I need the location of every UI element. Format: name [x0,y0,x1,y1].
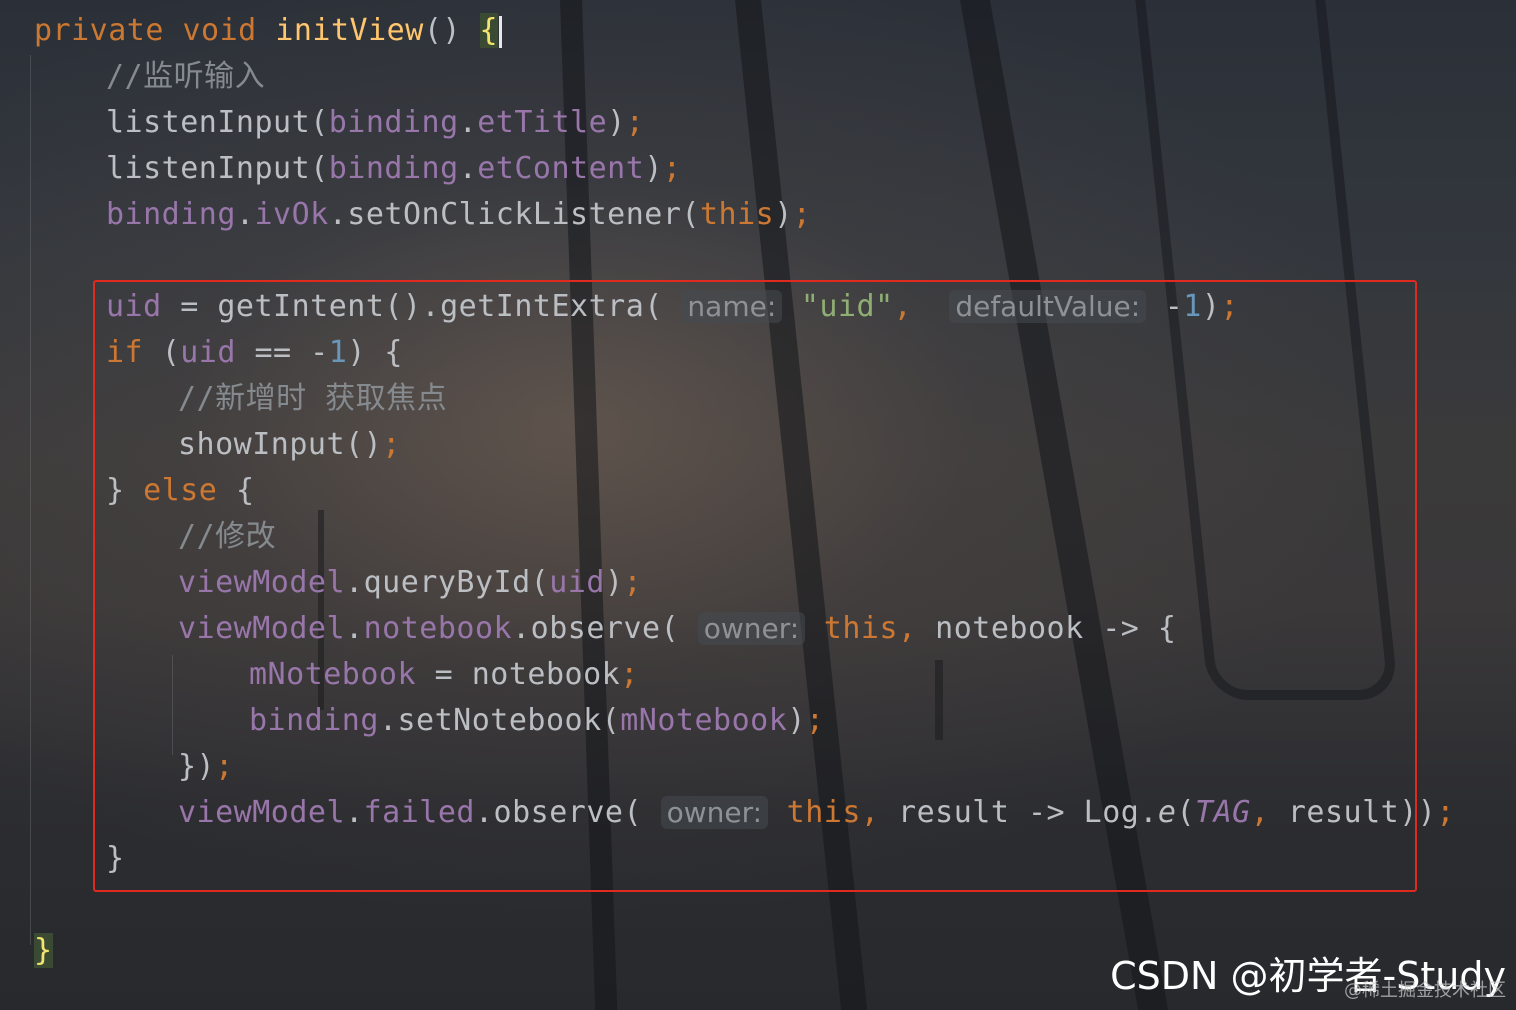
code-token: binding [106,197,236,232]
code-token: ; [662,151,682,186]
code-token: listenInput( [106,151,329,186]
highlight-box [93,280,1417,892]
text-cursor [499,15,503,48]
code-token: ; [625,105,645,140]
code-token: } [34,933,53,968]
code-token: private void [34,13,276,48]
code-token: ; [792,197,812,232]
code-token: etContent [477,151,645,186]
code-token: binding [328,105,459,140]
code-token: .setOnClickListener( [328,197,700,232]
code-token: binding [328,151,459,186]
code-token: //监听输入 [106,59,266,94]
code-token: this [699,197,775,232]
code-token: ) [644,151,663,186]
code-line[interactable]: private void initView() { [34,8,503,54]
code-line[interactable]: listenInput(binding.etTitle); [106,100,644,146]
indent-guide [30,55,31,945]
code-token: ; [1436,795,1455,830]
watermark-sub: @稀土掘金技术社区 [1344,980,1506,1001]
code-token: . [458,105,478,140]
code-token: ) [774,197,793,232]
code-token: ivOk [254,197,329,232]
code-token: initView [275,13,424,48]
code-token: . [458,151,478,186]
code-token: () [423,13,480,48]
code-editor[interactable]: private void initView() { //监听输入 listenInp… [0,0,1516,1010]
code-token: etTitle [477,105,608,140]
code-line[interactable]: //监听输入 [106,54,265,100]
code-token: . [235,197,255,232]
code-token: listenInput( [106,105,329,140]
code-token: ) [607,105,626,140]
code-line[interactable]: } [34,928,53,974]
code-line[interactable]: binding.ivOk.setOnClickListener(this); [106,192,811,238]
code-line[interactable]: listenInput(binding.etContent); [106,146,681,192]
code-token: { [479,13,499,48]
